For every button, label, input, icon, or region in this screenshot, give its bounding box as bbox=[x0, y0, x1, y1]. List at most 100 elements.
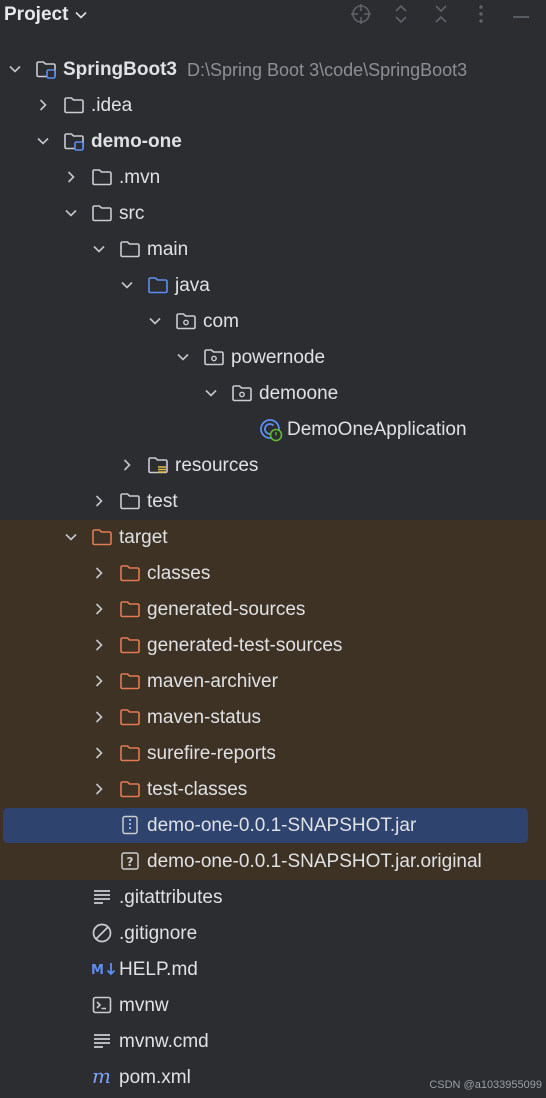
tree-node-label: test-classes bbox=[147, 779, 248, 800]
more-options-icon[interactable] bbox=[470, 3, 492, 25]
source-folder-icon bbox=[147, 274, 169, 296]
chevron-down-icon[interactable] bbox=[36, 134, 50, 148]
chevron-right-icon[interactable] bbox=[36, 98, 50, 112]
chevron-down-icon[interactable] bbox=[176, 350, 190, 364]
tree-node-label: demo-one-0.0.1-SNAPSHOT.jar.original bbox=[147, 851, 482, 872]
collapse-all-icon[interactable] bbox=[430, 3, 452, 25]
project-view-selector[interactable]: Project bbox=[4, 4, 88, 26]
tree-node-gitignore[interactable]: .gitignore bbox=[0, 916, 546, 952]
expand-collapse-icon[interactable] bbox=[390, 3, 412, 25]
maven-file-icon: m bbox=[91, 1064, 113, 1088]
tree-node-label: generated-test-sources bbox=[147, 635, 343, 656]
tree-node-label: main bbox=[147, 239, 189, 260]
tree-node-target[interactable]: target bbox=[0, 520, 546, 556]
tree-node-label: SpringBoot3 bbox=[63, 59, 177, 80]
tree-node-gitattributes[interactable]: .gitattributes bbox=[0, 880, 546, 916]
chevron-right-icon[interactable] bbox=[92, 602, 106, 616]
unknown-file-icon: ? bbox=[119, 850, 141, 872]
chevron-right-icon[interactable] bbox=[92, 674, 106, 688]
ignore-file-icon bbox=[91, 922, 113, 944]
tree-node-demoone[interactable]: demoone bbox=[0, 376, 546, 412]
chevron-down-icon[interactable] bbox=[204, 386, 218, 400]
folder-icon bbox=[91, 166, 113, 188]
jar-file-icon bbox=[119, 814, 141, 836]
tree-node-resources[interactable]: resources bbox=[0, 448, 546, 484]
chevron-right-icon[interactable] bbox=[92, 638, 106, 652]
folder-icon bbox=[119, 490, 141, 512]
tree-node-demooneapplication[interactable]: DemoOneApplication bbox=[0, 412, 546, 448]
module-folder-icon bbox=[35, 58, 57, 80]
tree-node-maven-status[interactable]: maven-status bbox=[0, 700, 546, 736]
project-panel-header: Project bbox=[0, 0, 546, 30]
tree-node-mvn[interactable]: .mvn bbox=[0, 160, 546, 196]
chevron-right-icon[interactable] bbox=[92, 782, 106, 796]
tree-node-label: mvnw.cmd bbox=[119, 1031, 209, 1052]
tree-node-maven-archiver[interactable]: maven-archiver bbox=[0, 664, 546, 700]
watermark: CSDN @a1033955099 bbox=[429, 1079, 542, 1091]
spring-boot-class-icon bbox=[259, 418, 283, 442]
excluded-folder-icon bbox=[119, 634, 141, 656]
project-path: D:\Spring Boot 3\code\SpringBoot3 bbox=[187, 60, 468, 80]
chevron-right-icon[interactable] bbox=[92, 494, 106, 508]
tree-node-powernode[interactable]: powernode bbox=[0, 340, 546, 376]
tree-node-surefire-reports[interactable]: surefire-reports bbox=[0, 736, 546, 772]
tree-node-label: maven-archiver bbox=[147, 671, 278, 692]
chevron-down-icon[interactable] bbox=[148, 314, 162, 328]
tree-node-label: resources bbox=[175, 455, 259, 476]
tree-node-label: src bbox=[119, 203, 145, 224]
module-folder-icon bbox=[63, 130, 85, 152]
chevron-right-icon[interactable] bbox=[92, 710, 106, 724]
tree-node-test-classes[interactable]: test-classes bbox=[0, 772, 546, 808]
excluded-folder-icon bbox=[119, 670, 141, 692]
chevron-down-icon[interactable] bbox=[92, 242, 106, 256]
shell-script-icon bbox=[91, 994, 113, 1016]
folder-icon bbox=[91, 202, 113, 224]
markdown-file-icon: M bbox=[91, 958, 116, 980]
tree-node-mvnw[interactable]: mvnw bbox=[0, 988, 546, 1024]
tree-node-demo-one-0-0-1-snapshot-jar[interactable]: demo-one-0.0.1-SNAPSHOT.jar bbox=[0, 808, 546, 844]
chevron-down-icon[interactable] bbox=[64, 206, 78, 220]
tree-node-springboot3[interactable]: SpringBoot3 D:\Spring Boot 3\code\SpringB… bbox=[0, 52, 546, 88]
chevron-right-icon[interactable] bbox=[64, 170, 78, 184]
tree-node-label: demo-one bbox=[91, 131, 182, 152]
tree-node-label: HELP.md bbox=[119, 959, 198, 980]
crosshair-icon[interactable] bbox=[350, 3, 372, 25]
excluded-folder-icon bbox=[119, 562, 141, 584]
package-icon bbox=[231, 382, 253, 404]
tree-node-generated-test-sources[interactable]: generated-test-sources bbox=[0, 628, 546, 664]
tree-node-main[interactable]: main bbox=[0, 232, 546, 268]
tree-node-generated-sources[interactable]: generated-sources bbox=[0, 592, 546, 628]
svg-text:?: ? bbox=[127, 855, 134, 869]
chevron-down-icon[interactable] bbox=[64, 530, 78, 544]
tree-node-test[interactable]: test bbox=[0, 484, 546, 520]
tree-node-com[interactable]: com bbox=[0, 304, 546, 340]
tree-node-label: classes bbox=[147, 563, 211, 584]
tree-node-demo-one-0-0-1-snapshot-jar-original[interactable]: ? demo-one-0.0.1-SNAPSHOT.jar.original bbox=[0, 844, 546, 880]
resources-folder-icon bbox=[147, 454, 169, 476]
tree-node-java[interactable]: java bbox=[0, 268, 546, 304]
tree-node-demo-one[interactable]: demo-one bbox=[0, 124, 546, 160]
tree-node-label: generated-sources bbox=[147, 599, 306, 620]
chevron-down-icon bbox=[75, 11, 87, 19]
chevron-right-icon[interactable] bbox=[92, 566, 106, 580]
minimize-icon[interactable] bbox=[510, 3, 532, 25]
chevron-down-icon[interactable] bbox=[8, 62, 22, 76]
tree-node-label: test bbox=[147, 491, 178, 512]
chevron-down-icon[interactable] bbox=[120, 278, 134, 292]
chevron-right-icon[interactable] bbox=[92, 746, 106, 760]
tree-node-help-md[interactable]: M HELP.md bbox=[0, 952, 546, 988]
excluded-folder-icon bbox=[119, 598, 141, 620]
tree-node-label: pom.xml bbox=[119, 1067, 191, 1088]
panel-title: Project bbox=[4, 4, 69, 25]
chevron-right-icon[interactable] bbox=[120, 458, 134, 472]
tree-node-idea[interactable]: .idea bbox=[0, 88, 546, 124]
tree-node-src[interactable]: src bbox=[0, 196, 546, 232]
tree-node-label: target bbox=[119, 527, 168, 548]
tree-node-mvnw-cmd[interactable]: mvnw.cmd bbox=[0, 1024, 546, 1060]
tree-node-classes[interactable]: classes bbox=[0, 556, 546, 592]
tree-node-label: java bbox=[175, 275, 210, 296]
tree-node-label: DemoOneApplication bbox=[287, 419, 467, 440]
tree-node-label: demo-one-0.0.1-SNAPSHOT.jar bbox=[147, 815, 417, 836]
excluded-folder-icon bbox=[119, 742, 141, 764]
excluded-folder-icon bbox=[119, 706, 141, 728]
